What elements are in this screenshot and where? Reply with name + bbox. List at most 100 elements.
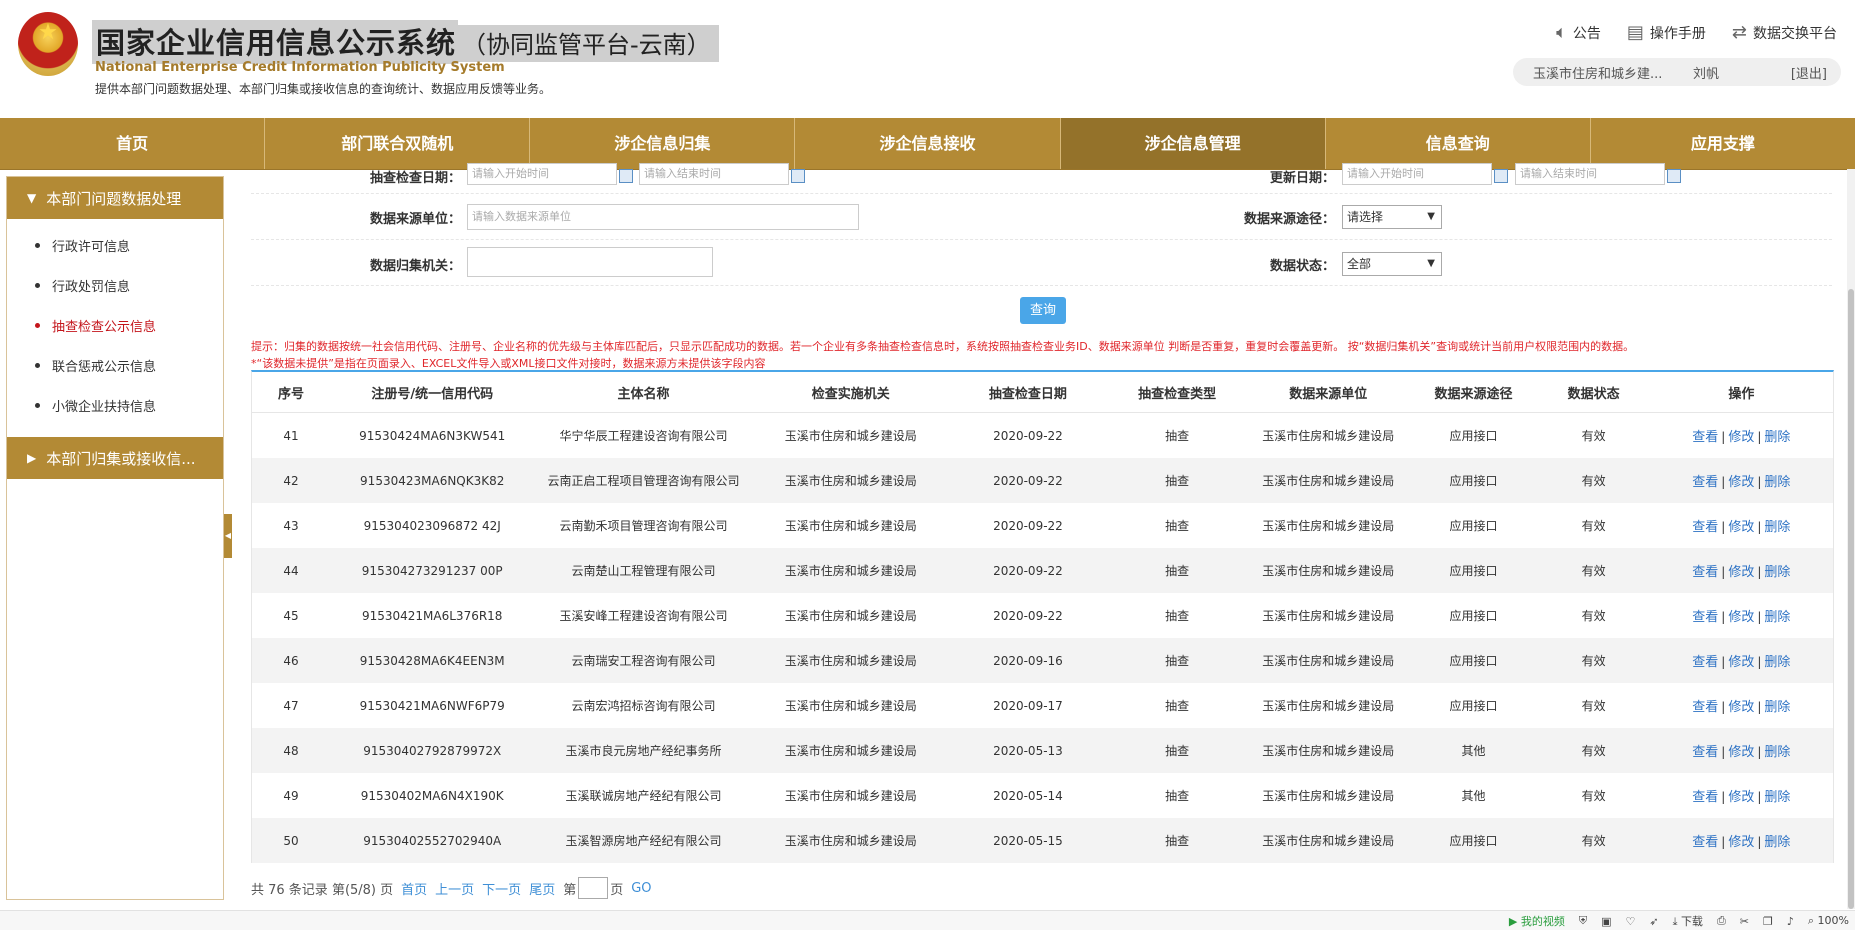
status-value: 全部 <box>1347 257 1372 271</box>
collect-org-input[interactable] <box>467 247 713 277</box>
table-row: 42 91530423MA6NQK3K82 云南正启工程项目管理咨询有限公司 玉溪市住… <box>252 458 1833 503</box>
tips: 提示：归集的数据按统一社会信用代码、注册号、企业名称的优先级与主体库匹配后，只显… <box>251 338 1634 372</box>
logout-link[interactable]: [退出] <box>1791 63 1827 82</box>
view-link[interactable]: 查看 <box>1692 565 1718 580</box>
view-link[interactable]: 查看 <box>1692 430 1718 445</box>
calendar-icon[interactable] <box>791 169 805 183</box>
check-date-start-input[interactable]: 请输入开始时间 <box>467 163 617 185</box>
calendar-icon[interactable] <box>1494 169 1508 183</box>
query-button[interactable]: 查询 <box>1020 297 1066 324</box>
separator: | <box>1757 430 1762 444</box>
nav-item-management[interactable]: 涉企信息管理 <box>1060 118 1326 169</box>
calendar-icon[interactable] <box>619 169 633 183</box>
table-cell: 云南瑞安工程咨询有限公司 <box>534 638 753 683</box>
page-number-input[interactable] <box>578 877 609 899</box>
source-way-select[interactable]: 请选择 ▼ <box>1342 205 1442 229</box>
calendar-icon[interactable] <box>1667 169 1681 183</box>
table-row: 47 91530421MA6NWF6P79 云南宏鸿招标咨询有限公司 玉溪市住房和城乡… <box>252 683 1833 728</box>
top-links: 🔈︎ 公告 ▤ 操作手册 ⇄ 数据交换平台 <box>1556 22 1837 43</box>
check-date-end-input[interactable]: 请输入结束时间 <box>639 163 789 185</box>
zoom-control[interactable]: ⌕ 100% <box>1808 914 1849 928</box>
download-label: 下载 <box>1680 915 1703 928</box>
nav-item-support[interactable]: 应用支撑 <box>1591 118 1855 169</box>
my-video-button[interactable]: ▶ 我的视频 <box>1509 913 1565 929</box>
window-icon[interactable]: ❐ <box>1763 915 1773 928</box>
printer-icon[interactable]: ⎙ <box>1717 914 1726 928</box>
edit-link[interactable]: 修改 <box>1728 745 1754 760</box>
edit-link[interactable]: 修改 <box>1728 610 1754 625</box>
delete-link[interactable]: 删除 <box>1764 745 1790 760</box>
nav-item-home[interactable]: 首页 <box>0 118 266 169</box>
download-button[interactable]: ⤓ 下载 <box>1673 913 1703 929</box>
delete-link[interactable]: 删除 <box>1764 520 1790 535</box>
nav-item-joint-random[interactable]: 部门联合双随机 <box>265 118 531 169</box>
collect-org-label: 数据归集机关： <box>369 259 461 274</box>
delete-link[interactable]: 删除 <box>1764 565 1790 580</box>
edit-link[interactable]: 修改 <box>1728 700 1754 715</box>
nav-item-receiving[interactable]: 涉企信息接收 <box>795 118 1061 169</box>
edit-link[interactable]: 修改 <box>1728 835 1754 850</box>
heart-icon[interactable]: ♡ <box>1625 915 1635 928</box>
delete-link[interactable]: 删除 <box>1764 430 1790 445</box>
view-link[interactable]: 查看 <box>1692 475 1718 490</box>
separator: | <box>1721 745 1726 759</box>
pager-next[interactable]: 下一页 <box>482 879 521 898</box>
view-link[interactable]: 查看 <box>1692 745 1718 760</box>
table-cell: 玉溪市住房和城乡建设局 <box>752 503 949 548</box>
sidebar-item-label: 行政许可信息 <box>52 239 131 255</box>
pager-go-button[interactable]: GO <box>631 881 651 896</box>
table-cell: 有效 <box>1537 548 1650 593</box>
sidebar-section-problem-data[interactable]: ▼ 本部门问题数据处理 <box>7 177 223 219</box>
delete-link[interactable]: 删除 <box>1764 790 1790 805</box>
sidebar-section-label: 本部门问题数据处理 <box>46 189 182 208</box>
view-link[interactable]: 查看 <box>1692 610 1718 625</box>
edit-link[interactable]: 修改 <box>1728 475 1754 490</box>
pager-last[interactable]: 尾页 <box>529 879 555 898</box>
manual-link[interactable]: ▤ 操作手册 <box>1627 22 1706 43</box>
delete-link[interactable]: 删除 <box>1764 610 1790 625</box>
rocket-icon[interactable]: ➶ <box>1649 915 1658 928</box>
view-link[interactable]: 查看 <box>1692 520 1718 535</box>
edit-link[interactable]: 修改 <box>1728 430 1754 445</box>
nav-item-query[interactable]: 信息查询 <box>1326 118 1591 169</box>
edit-link[interactable]: 修改 <box>1728 520 1754 535</box>
edit-link[interactable]: 修改 <box>1728 565 1754 580</box>
shield-icon[interactable]: ⛨ <box>1579 914 1587 928</box>
view-link[interactable]: 查看 <box>1692 790 1718 805</box>
sidebar-item-penalty[interactable]: 行政处罚信息 <box>7 265 223 305</box>
sidebar-collapse-handle[interactable]: ◀ <box>224 514 232 558</box>
view-link[interactable]: 查看 <box>1692 835 1718 850</box>
col-header: 数据来源单位 <box>1247 372 1410 413</box>
page-scrollbar[interactable] <box>1847 169 1855 909</box>
delete-link[interactable]: 删除 <box>1764 700 1790 715</box>
view-link[interactable]: 查看 <box>1692 655 1718 670</box>
triangle-down-icon: ▼ <box>27 191 37 205</box>
sidebar-item-inspection[interactable]: 抽查检查公示信息 <box>7 305 223 345</box>
table-cell: 玉溪市住房和城乡建设局 <box>752 412 949 458</box>
update-date-start-input[interactable]: 请输入开始时间 <box>1342 163 1492 185</box>
pager-prev[interactable]: 上一页 <box>435 879 474 898</box>
edit-link[interactable]: 修改 <box>1728 790 1754 805</box>
exchange-platform-link[interactable]: ⇄ 数据交换平台 <box>1732 22 1837 43</box>
sidebar-item-micro-support[interactable]: 小微企业扶持信息 <box>7 385 223 425</box>
source-unit-input[interactable]: 请输入数据来源单位 <box>467 204 859 230</box>
sidebar-item-joint-punishment[interactable]: 联合惩戒公示信息 <box>7 345 223 385</box>
screenshot-icon[interactable]: ✂ <box>1740 915 1749 928</box>
edit-link[interactable]: 修改 <box>1728 655 1754 670</box>
nav-item-collection[interactable]: 涉企信息归集 <box>530 118 796 169</box>
status-select[interactable]: 全部 ▼ <box>1342 252 1442 276</box>
delete-link[interactable]: 删除 <box>1764 475 1790 490</box>
pager-first[interactable]: 首页 <box>401 879 427 898</box>
sidebar-section-collected[interactable]: ▶ 本部门归集或接收信... <box>7 437 223 479</box>
delete-link[interactable]: 删除 <box>1764 835 1790 850</box>
delete-link[interactable]: 删除 <box>1764 655 1790 670</box>
col-header: 主体名称 <box>534 372 753 413</box>
volume-icon[interactable]: ♪ <box>1787 915 1794 928</box>
scrollbar-thumb[interactable] <box>1848 289 1854 909</box>
sidebar-item-license[interactable]: 行政许可信息 <box>7 225 223 265</box>
update-date-end-input[interactable]: 请输入结束时间 <box>1515 163 1665 185</box>
image-icon[interactable]: ▣ <box>1601 915 1611 928</box>
announcement-link[interactable]: 🔈︎ 公告 <box>1556 22 1601 43</box>
view-link[interactable]: 查看 <box>1692 700 1718 715</box>
table-cell: 玉溪市住房和城乡建设局 <box>1247 593 1410 638</box>
